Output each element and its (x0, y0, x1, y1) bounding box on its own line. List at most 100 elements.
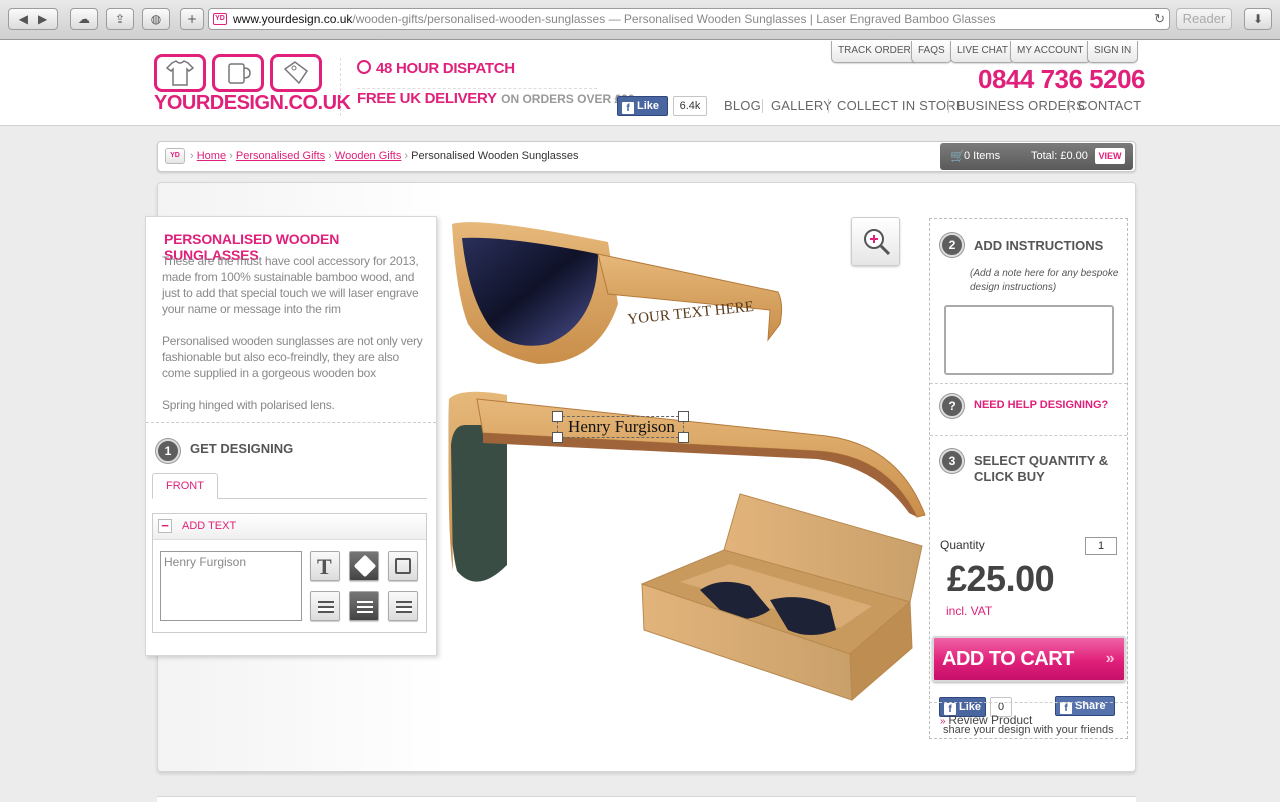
divider (930, 435, 1127, 436)
reload-icon[interactable]: ↻ (1154, 9, 1165, 29)
product-description: These are the must have cool accessory f… (162, 254, 419, 316)
nav-divider (948, 99, 949, 113)
breadcrumb-current: Personalised Wooden Sunglasses (411, 150, 579, 162)
nav-divider (1069, 99, 1070, 113)
back-icon[interactable]: ◀ (19, 12, 28, 26)
share-icon[interactable]: ⇪ (106, 8, 134, 30)
my-account-link[interactable]: MY ACCOUNT (1010, 41, 1091, 63)
collapse-icon[interactable]: − (158, 519, 172, 533)
url-host: www.yourdesign.co.uk (233, 12, 353, 26)
resize-handle[interactable] (678, 432, 689, 443)
sunglasses-angle-image: YOUR TEXT HERE (452, 222, 783, 364)
live-chat-link[interactable]: LIVE CHAT (950, 41, 1015, 63)
nav-contact[interactable]: CONTACT (1078, 98, 1141, 113)
vat-note: incl. VAT (946, 604, 993, 618)
step-2-label: ADD INSTRUCTIONS (974, 238, 1104, 253)
help-icon[interactable]: ? (940, 394, 964, 418)
clock-icon (357, 60, 371, 74)
arrow-right-icon: » (1105, 650, 1115, 667)
align-right-icon (396, 601, 412, 613)
transform-icon (395, 558, 411, 574)
site-header: YOURDESIGN.CO.UK 48 HOUR DISPATCH FREE U… (0, 40, 1280, 126)
help-designing-link[interactable]: NEED HELP DESIGNING? (974, 399, 1108, 411)
cloud-icon[interactable]: ☁ (70, 8, 98, 30)
footer-edge (157, 796, 1136, 802)
align-left-button[interactable] (310, 591, 340, 621)
track-order-link[interactable]: TRACK ORDER (831, 41, 918, 63)
facebook-icon: f (622, 102, 634, 114)
dispatch-text: 48 HOUR DISPATCH (376, 60, 515, 77)
nav-gallery[interactable]: GALLERY (771, 98, 832, 113)
favicon: YD (213, 13, 227, 25)
align-right-button[interactable] (388, 591, 418, 621)
sign-in-link[interactable]: SIGN IN (1087, 41, 1139, 63)
color-tool-button[interactable] (349, 551, 379, 581)
zoom-button[interactable] (851, 217, 900, 266)
address-bar[interactable]: YD www.yourdesign.co.uk/wooden-gifts/pers… (208, 8, 1170, 30)
phone-number: 0844 736 5206 (978, 64, 1146, 94)
breadcrumb-trail: › Home › Personalised Gifts › Wooden Gif… (190, 150, 579, 162)
cart-summary[interactable]: 🛒 0 Items Total: £0.00 VIEW (940, 143, 1133, 170)
dispatch-promo: 48 HOUR DISPATCH (357, 60, 515, 77)
wooden-box-image (640, 493, 923, 702)
nav-blog[interactable]: BLOG (724, 98, 761, 113)
engraving-text: Henry Furgison (568, 417, 675, 436)
breadcrumb-home[interactable]: Home (197, 150, 226, 162)
step-1-badge: 1 (156, 439, 180, 463)
step-3-badge: 3 (940, 449, 964, 473)
back-forward-buttons[interactable]: ◀ ▶ (8, 8, 58, 30)
cart-view-button[interactable]: VIEW (1095, 148, 1125, 164)
engraving-sample: YOUR TEXT HERE (627, 299, 755, 328)
review-product-link[interactable]: » Review Product (940, 713, 1032, 727)
breadcrumb-home-icon[interactable]: YD (165, 148, 185, 164)
font-tool-button[interactable]: T (310, 551, 340, 581)
nav-collect-in-store[interactable]: COLLECT IN STORE (837, 98, 965, 113)
forward-icon[interactable]: ▶ (38, 12, 47, 26)
divider (146, 422, 436, 423)
facebook-like-count: 6.4k (673, 96, 707, 116)
step-3-label: SELECT QUANTITY & CLICK BUY (974, 453, 1109, 484)
facebook-like-button[interactable]: f Like (617, 96, 668, 116)
logo-text: YOURDESIGN.CO.UK (154, 92, 351, 114)
nav-business-orders[interactable]: BUSINESS ORDERS (957, 98, 1085, 113)
review-label: Review Product (948, 713, 1033, 727)
downloads-icon[interactable]: ⬇ (1244, 8, 1272, 30)
breadcrumb: YD › Home › Personalised Gifts › Wooden … (157, 141, 1136, 172)
facebook-icon: f (1060, 702, 1072, 714)
add-text-panel: − ADD TEXT T (152, 513, 427, 633)
quantity-input[interactable]: 1 (1085, 537, 1117, 555)
facebook-share-button[interactable]: f Share (1055, 696, 1115, 716)
breadcrumb-wooden-gifts[interactable]: Wooden Gifts (335, 150, 401, 162)
engraving-text-box[interactable]: Henry Furgison (552, 411, 689, 443)
divider (357, 88, 597, 89)
align-left-icon (318, 601, 334, 613)
arrange-tool-button[interactable] (388, 551, 418, 581)
delivery-promo: FREE UK DELIVERY ON ORDERS OVER £30 (357, 90, 635, 108)
text-input[interactable] (160, 551, 302, 621)
faqs-link[interactable]: FAQS (911, 41, 952, 63)
breadcrumb-personalised-gifts[interactable]: Personalised Gifts (236, 150, 325, 162)
new-tab-button[interactable]: + (180, 8, 204, 30)
resize-handle[interactable] (552, 432, 563, 443)
fb-like-label: Like (637, 100, 660, 112)
resize-handle[interactable] (552, 411, 563, 422)
align-center-icon (357, 601, 373, 613)
tab-front[interactable]: FRONT (152, 473, 218, 499)
cart-total: Total: £0.00 (1031, 150, 1088, 162)
shield-icon[interactable]: ◍ (142, 8, 170, 30)
gift-tag-icon (270, 54, 322, 92)
page-title: — Personalised Wooden Sunglasses | Laser… (608, 12, 996, 26)
align-center-button[interactable] (349, 591, 379, 621)
instructions-hint: (Add a note here for any bespoke design … (970, 268, 1119, 293)
add-text-header[interactable]: − ADD TEXT (153, 514, 426, 540)
step-2-badge: 2 (940, 233, 964, 257)
reader-button[interactable]: Reader (1176, 8, 1232, 30)
add-to-cart-label: ADD TO CART (942, 648, 1074, 670)
add-text-label: ADD TEXT (182, 520, 237, 532)
mug-icon (212, 54, 264, 92)
quantity-label: Quantity (940, 538, 985, 552)
resize-handle[interactable] (678, 411, 689, 422)
nav-divider (828, 99, 829, 113)
instructions-input[interactable] (944, 305, 1114, 375)
add-to-cart-button[interactable]: ADD TO CART » (932, 636, 1126, 682)
